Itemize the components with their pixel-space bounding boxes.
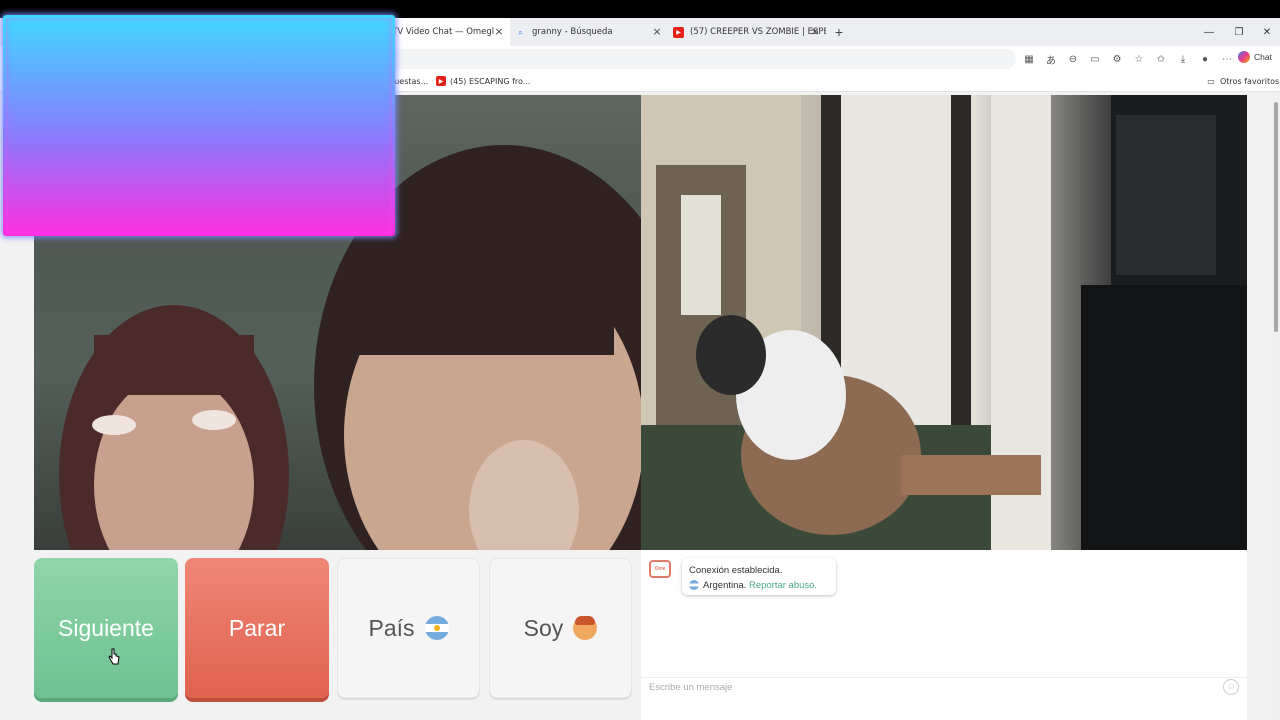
country-label: País	[368, 614, 415, 641]
tab-title: granny - Búsqueda	[532, 27, 613, 37]
ometv-page: Ome TV Ome.tv Siguiente Parar País Soy O…	[0, 92, 1280, 720]
tab-title: (57) CREEPER VS ZOMBIE | ESPECI	[690, 27, 826, 37]
address-input[interactable]: 🔒︎ https://ome.tv	[56, 49, 1016, 69]
address-bar-row: ← ↻ 🔒︎ https://ome.tv ▦ あ ⊖ ▭ ⚙ ☆ ✩ ⤓ ● …	[0, 46, 1280, 72]
copilot-icon	[1238, 51, 1251, 63]
other-favorites[interactable]: ▭ Otros favoritos	[1206, 76, 1279, 86]
bookmark-youtube[interactable]: ▶ (45) ESCAPING fro...	[436, 76, 530, 86]
tiktok-icon: ♪	[39, 27, 50, 38]
gender-button[interactable]: Soy	[489, 558, 632, 698]
country-button[interactable]: País	[337, 558, 480, 698]
new-tab-icon[interactable]: +	[826, 18, 852, 46]
page-scrollbar[interactable]	[1272, 92, 1280, 720]
message-input[interactable]: Escribe un mensaje	[641, 677, 1247, 699]
bookmark-label: Casino y Apuestas...	[347, 76, 429, 86]
logo-badge: Ome TV	[44, 103, 74, 127]
country-line: Argentina. Reportar abuso.	[689, 578, 829, 593]
close-tab-icon[interactable]: ×	[650, 25, 664, 39]
zoom-icon[interactable]: ⊖	[1062, 54, 1084, 65]
screen: ⌄ ♪ TikTok - Make Your Day × ⌕ ome tv - …	[0, 0, 1280, 720]
bookmark-import[interactable]: ⇲ Importar favoritos	[44, 76, 131, 86]
close-tab-icon[interactable]: ×	[808, 25, 822, 39]
next-label: Siguiente	[58, 614, 154, 641]
report-abuse-link[interactable]: Reportar abuso.	[749, 580, 817, 591]
chat-panel: Ome Conexión establecida. Argentina. Rep…	[641, 550, 1247, 720]
tab-title: ome tv - Búsqueda	[214, 27, 295, 37]
extension-icon[interactable]: ⚙	[1106, 54, 1128, 65]
tab-youtube[interactable]: ▶ (57) CREEPER VS ZOMBIE | ESPECI ×	[668, 18, 826, 46]
other-favorites-label: Otros favoritos	[1220, 76, 1280, 86]
emoji-icon[interactable]: ☺	[1223, 679, 1239, 695]
tab-title: OmeTV Video Chat — Omegl	[372, 27, 495, 37]
local-video-image	[59, 145, 641, 550]
more-icon[interactable]: ⋯	[1216, 54, 1238, 65]
favorites-icon[interactable]: ✩	[1150, 54, 1172, 65]
lock-icon: 🔒︎	[64, 54, 69, 63]
media-icon[interactable]: ▭	[1084, 54, 1106, 65]
folder-icon: ▭	[1207, 76, 1215, 86]
restore-icon[interactable]: ❐	[1224, 18, 1254, 46]
bookmarks-bar: ▭ ⇲ Importar favoritos ⊕ Galería de Web Sl…	[0, 72, 1280, 92]
reading-icon[interactable]: ▭	[12, 76, 22, 86]
connection-status: Conexión establecida.	[689, 565, 783, 576]
url-text: https://ome.tv	[74, 54, 139, 64]
stop-label: Parar	[228, 614, 286, 641]
local-video: Ome TV Ome.tv	[34, 95, 641, 550]
translate-icon[interactable]: あ	[1040, 52, 1062, 67]
logo-text: Ome.tv	[78, 106, 129, 124]
close-tab-icon[interactable]: ×	[174, 25, 188, 39]
toolbar-icons: ▦ あ ⊖ ▭ ⚙ ☆ ✩ ⤓ ● ⋯	[1018, 46, 1238, 72]
close-tab-icon[interactable]: ×	[492, 25, 506, 39]
search-icon: ⌕	[250, 76, 256, 85]
scrollbar-thumb[interactable]	[1274, 102, 1278, 332]
bookmark-web-slice[interactable]: ⊕ Galería de Web Slice	[146, 76, 243, 86]
chat-label: Chat	[1254, 52, 1272, 62]
hand-cursor-icon	[108, 648, 120, 665]
remote-video	[641, 95, 1247, 550]
ometv-logo: Ome TV Ome.tv	[44, 103, 129, 127]
gender-label: Soy	[523, 614, 564, 641]
bookmark-casino[interactable]: ● Casino y Apuestas...	[333, 76, 429, 86]
stop-button[interactable]: Parar	[185, 558, 329, 698]
close-tab-icon[interactable]: ×	[332, 25, 346, 39]
tab-ometv[interactable]: ▣ OmeTV Video Chat — Omegl ×	[350, 18, 510, 46]
close-window-icon[interactable]: ✕	[1252, 18, 1280, 46]
argentina-flag-icon	[689, 580, 699, 591]
profile-icon[interactable]: ●	[1194, 54, 1216, 65]
youtube-icon: ▶	[436, 76, 446, 86]
tab-title: TikTok - Make Your Day	[56, 27, 154, 37]
bookmark-label: (45) ESCAPING fro...	[450, 76, 531, 86]
tab-bar: ⌄ ♪ TikTok - Make Your Day × ⌕ ome tv - …	[0, 18, 1280, 46]
copilot-chat-button[interactable]: Chat	[1238, 51, 1272, 63]
globe-icon: ⊕	[147, 76, 155, 86]
casino-icon: ●	[334, 76, 342, 86]
tab-granny-search[interactable]: ⌕ granny - Búsqueda ×	[510, 18, 668, 46]
next-button[interactable]: Siguiente	[34, 558, 178, 698]
system-message: Conexión establecida. Argentina. Reporta…	[682, 558, 836, 595]
country-text: Argentina.	[703, 580, 747, 591]
tab-tiktok[interactable]: ♪ TikTok - Make Your Day ×	[34, 18, 192, 46]
search-icon: ⌕	[200, 27, 205, 37]
back-icon[interactable]: ←	[6, 47, 30, 71]
refresh-icon[interactable]: ↻	[30, 47, 54, 71]
minimize-icon[interactable]: —	[1194, 18, 1224, 46]
remote-video-image	[641, 95, 1247, 550]
favorite-star-icon[interactable]: ☆	[1128, 54, 1150, 65]
youtube-icon: ▶	[673, 27, 684, 38]
ometv-icon: ▣	[355, 27, 366, 38]
boy-icon	[573, 616, 598, 640]
bookmark-label: Galería de Web Slice	[160, 76, 243, 86]
import-icon: ⇲	[45, 76, 53, 86]
search-icon: ⌕	[518, 27, 523, 37]
bookmark-label: Sitios sugeridos	[262, 76, 326, 86]
bookmark-label: Importar favoritos	[58, 76, 131, 86]
tab-ome-search[interactable]: ⌕ ome tv - Búsqueda ×	[192, 18, 350, 46]
bookmark-suggested[interactable]: ⌕ Sitios sugeridos	[248, 76, 325, 86]
argentina-flag-icon	[424, 616, 449, 640]
download-icon[interactable]: ⤓	[1172, 54, 1194, 65]
tab-actions-menu-icon[interactable]: ⌄	[0, 18, 34, 46]
ometv-small-icon: Ome	[649, 560, 671, 578]
apps-icon[interactable]: ▦	[1018, 54, 1040, 65]
